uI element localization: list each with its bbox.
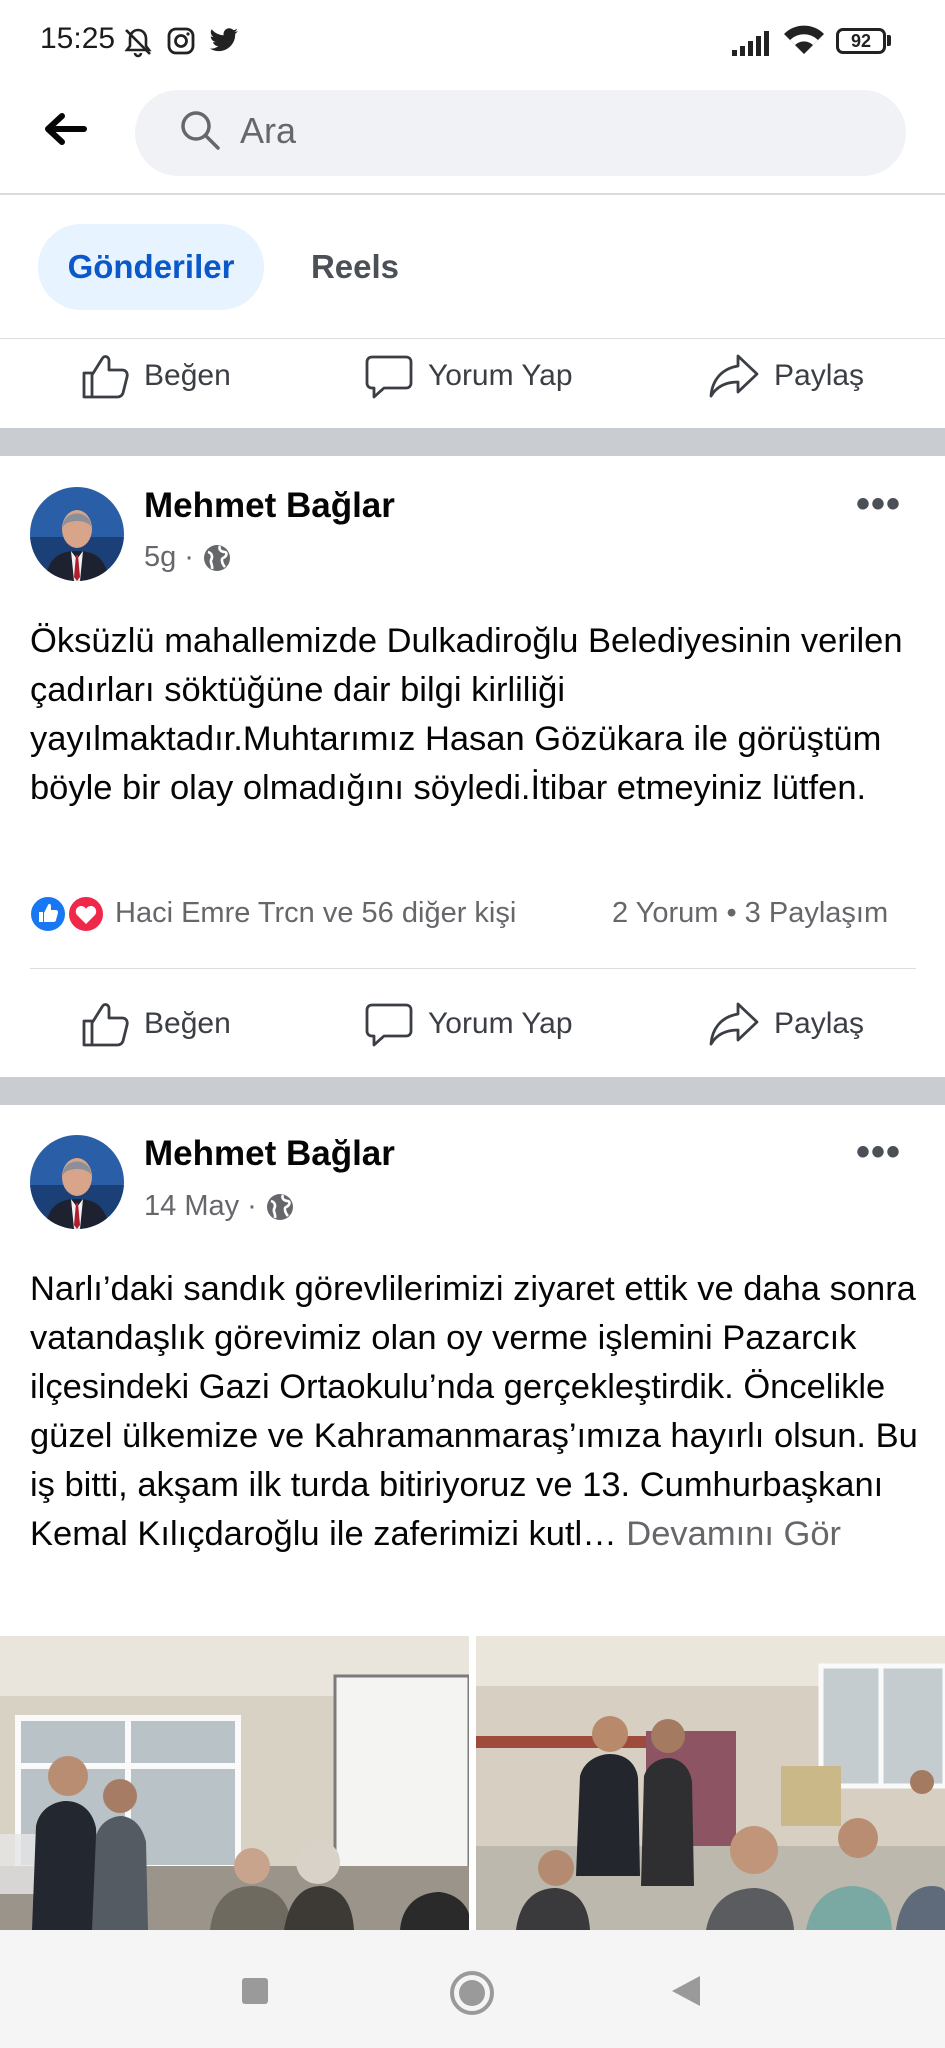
comment-label: Yorum Yap	[428, 359, 573, 392]
post-author[interactable]: Mehmet Bağlar	[144, 1134, 395, 1174]
post-text: Öksüzlü mahallemizde Dulkadiroğlu Beledi…	[30, 622, 903, 807]
post-meta: 5g ·	[144, 541, 232, 574]
battery-icon: 92	[836, 28, 886, 54]
clock: 15:25	[40, 22, 116, 55]
like-button[interactable]: Beğen	[80, 994, 231, 1054]
post-time[interactable]: 14 May	[144, 1190, 239, 1223]
battery-tip	[887, 35, 891, 46]
profile-photo	[30, 1135, 124, 1229]
header-divider	[0, 193, 945, 195]
thumbs-up-icon	[82, 1003, 129, 1047]
post-separator	[0, 1077, 945, 1105]
post-meta: 14 May ·	[144, 1190, 295, 1223]
post-body: Narlı’daki sandık görevlilerimizi ziyare…	[30, 1270, 918, 1553]
thumbs-up-icon	[82, 355, 129, 399]
like-label: Beğen	[144, 359, 231, 392]
comment-icon	[365, 355, 413, 399]
recents-button-icon[interactable]	[240, 1976, 270, 2006]
post-author[interactable]: Mehmet Bağlar	[144, 486, 395, 526]
like-button[interactable]: Beğen	[80, 346, 231, 406]
divider	[0, 338, 945, 339]
globe-icon	[266, 1193, 293, 1220]
like-label: Beğen	[144, 1007, 231, 1040]
back-button-icon[interactable]	[670, 1974, 702, 2008]
comment-button[interactable]: Yorum Yap	[364, 994, 573, 1054]
post-text: Narlı’daki sandık görevlilerimizi ziyare…	[30, 1265, 920, 1559]
like-heart-reaction-icon	[29, 895, 105, 933]
search-icon	[181, 111, 220, 150]
post-photo[interactable]	[0, 1636, 469, 1930]
more-options-icon[interactable]: •••	[856, 482, 901, 527]
post-photo[interactable]	[476, 1636, 945, 1930]
share-icon	[709, 1002, 759, 1046]
more-options-icon[interactable]: •••	[856, 1130, 901, 1175]
comment-icon	[365, 1003, 413, 1047]
bell-off-icon	[124, 28, 152, 58]
instagram-icon	[167, 27, 195, 55]
search-placeholder: Ara	[240, 110, 297, 151]
back-arrow-icon[interactable]	[40, 104, 90, 154]
avatar[interactable]	[30, 487, 124, 581]
divider	[30, 968, 916, 969]
share-label: Paylaş	[774, 1007, 865, 1040]
signal-icon	[732, 31, 769, 56]
avatar[interactable]	[30, 1135, 124, 1229]
comment-button[interactable]: Yorum Yap	[364, 346, 573, 406]
wifi-icon	[784, 25, 824, 54]
tab-reels[interactable]: Reels	[290, 224, 420, 310]
status-bar: 15:25 92	[0, 0, 945, 84]
post-time[interactable]: 5g	[144, 541, 176, 574]
share-icon	[709, 354, 759, 398]
twitter-icon	[209, 28, 238, 52]
meta-dot: ·	[184, 541, 194, 573]
post-separator	[0, 428, 945, 456]
share-button[interactable]: Paylaş	[708, 346, 864, 406]
reactions-summary[interactable]: Haci Emre Trcn ve 56 diğer kişi	[115, 897, 516, 930]
share-button[interactable]: Paylaş	[708, 994, 864, 1054]
home-button-icon[interactable]	[449, 1970, 495, 2016]
see-more-link[interactable]: Devamını Gör	[617, 1515, 841, 1553]
comments-shares-count[interactable]: 2 Yorum • 3 Paylaşım	[612, 897, 888, 930]
tab-posts[interactable]: Gönderiler	[38, 224, 264, 310]
classroom-photo-left	[0, 1636, 469, 1930]
profile-photo	[30, 487, 124, 581]
share-label: Paylaş	[774, 359, 865, 392]
reaction-icons[interactable]	[28, 894, 108, 934]
globe-icon	[203, 544, 230, 571]
system-nav-bar	[0, 1930, 945, 2048]
meta-dot: ·	[247, 1190, 257, 1222]
comment-label: Yorum Yap	[428, 1007, 573, 1040]
classroom-photo-right	[476, 1636, 945, 1930]
